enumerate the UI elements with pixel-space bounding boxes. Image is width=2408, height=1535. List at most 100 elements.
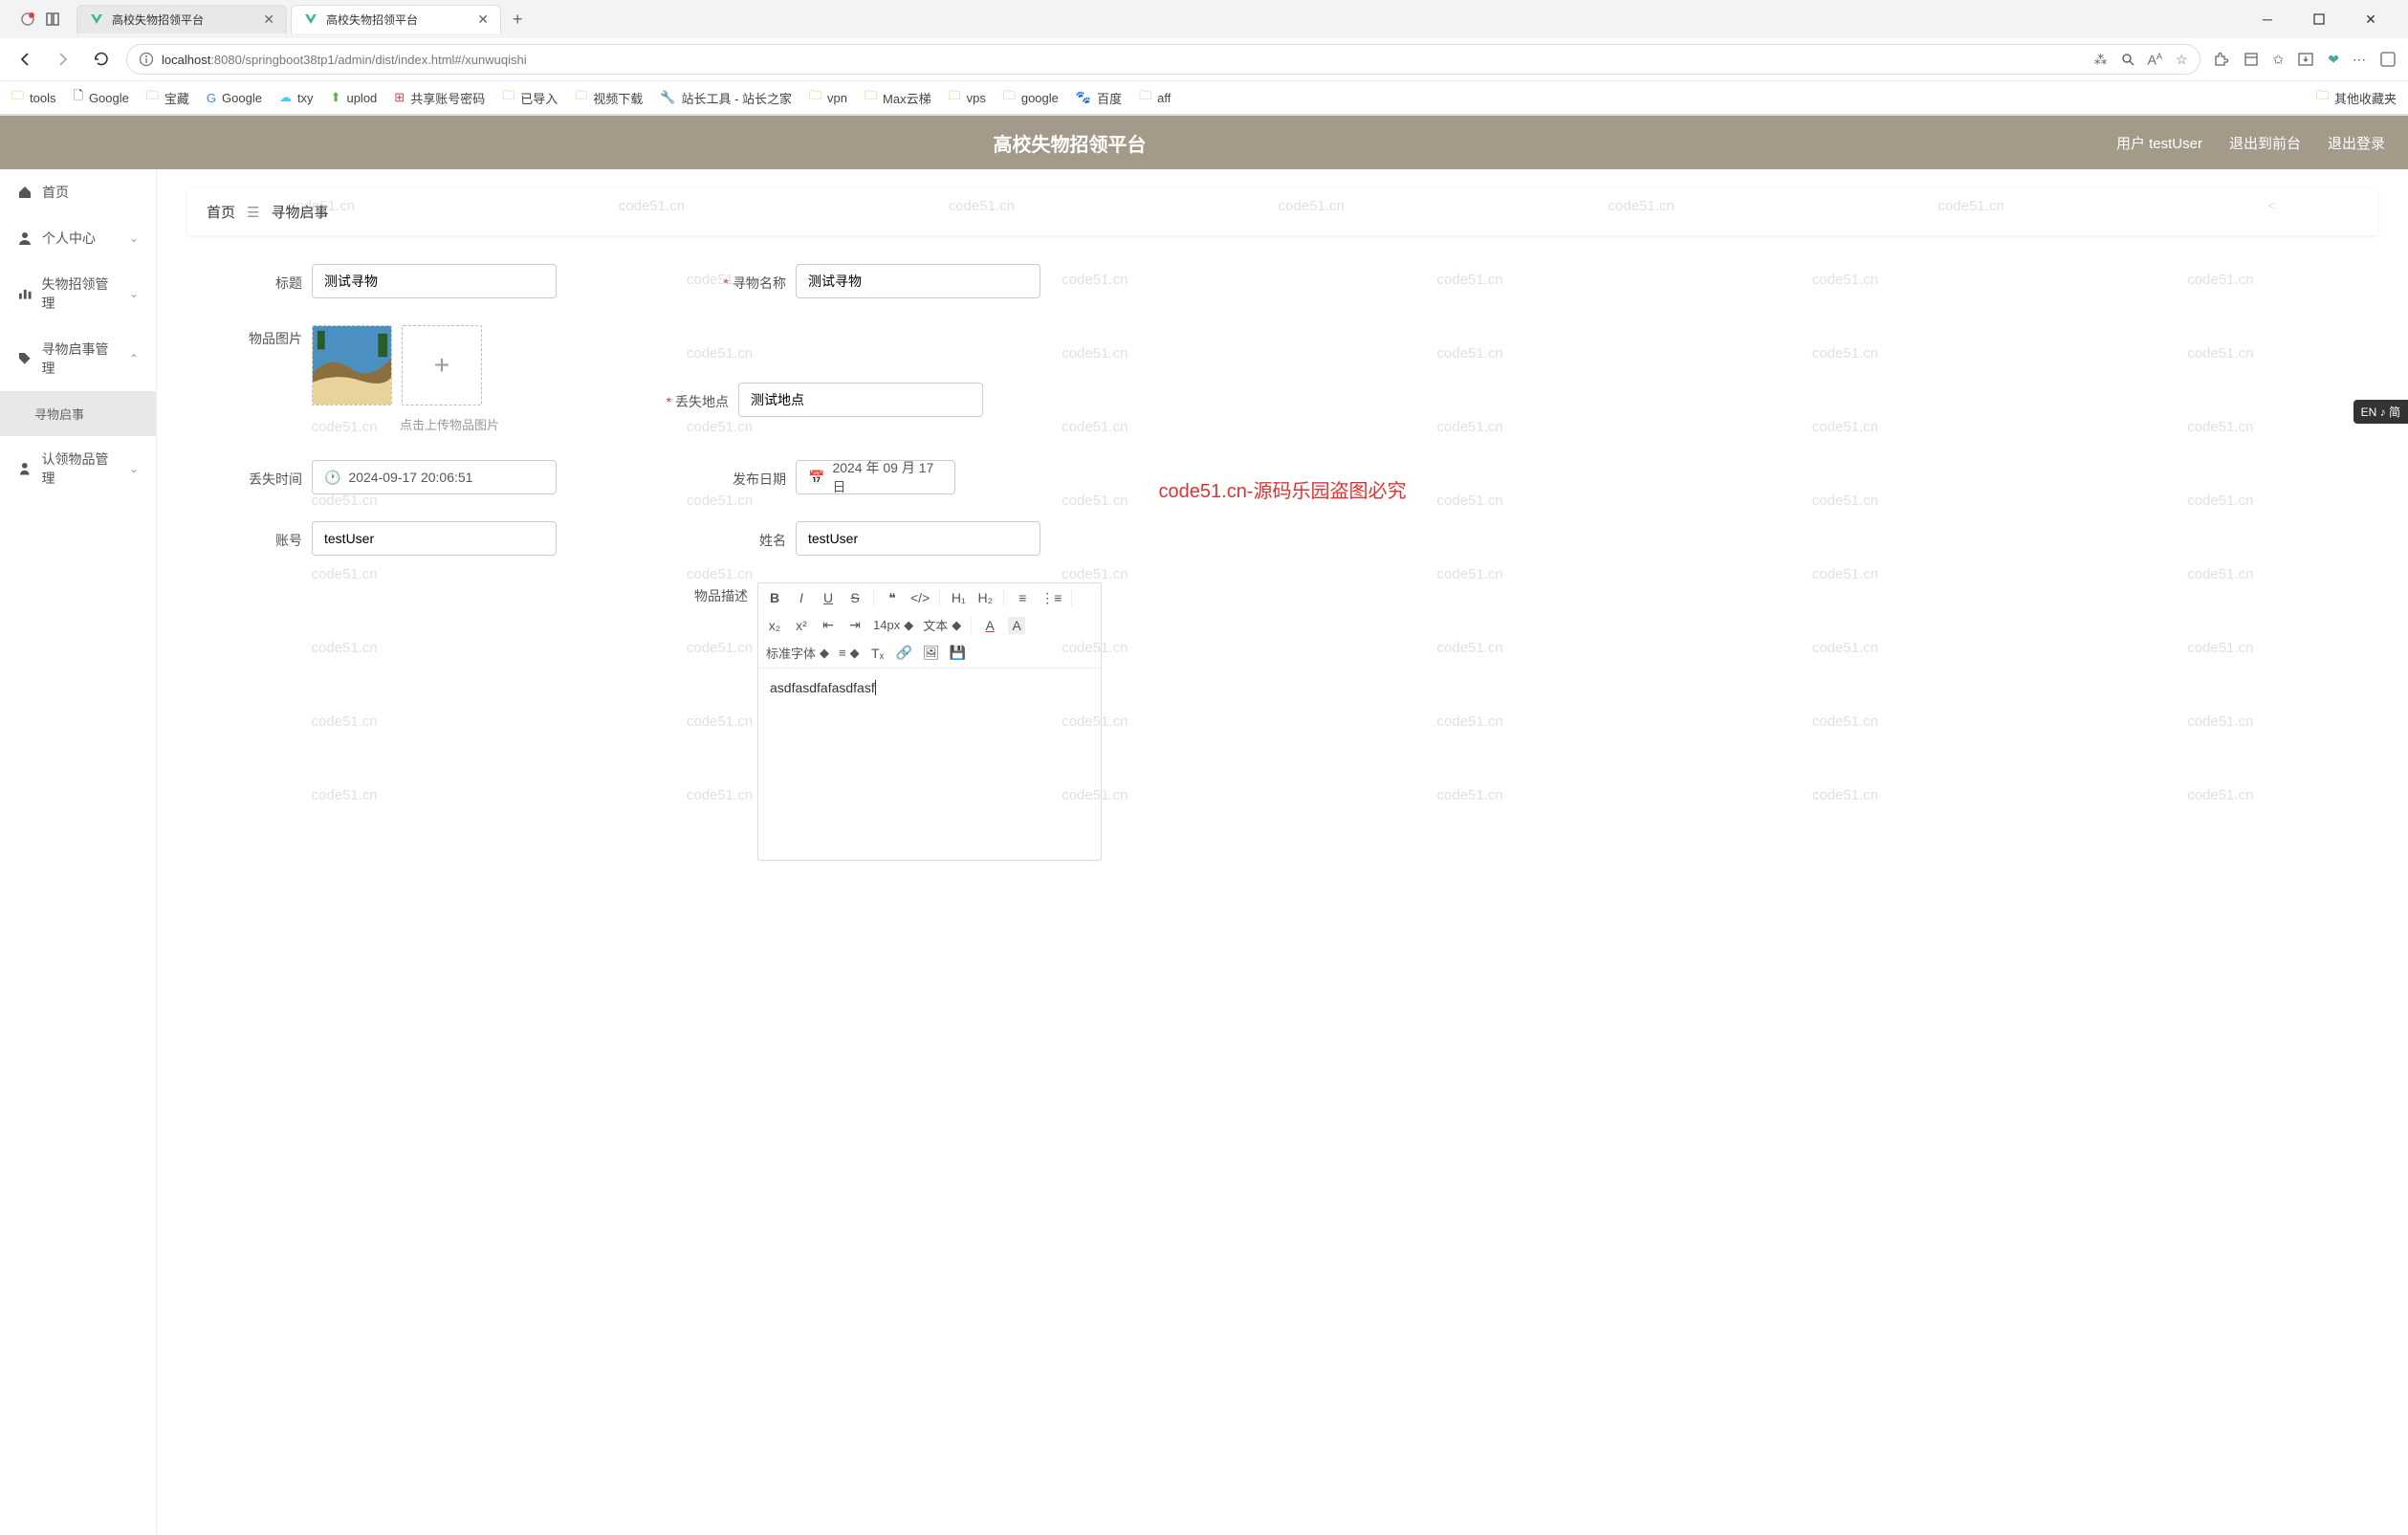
bookmark-txy[interactable]: ☁txy bbox=[279, 90, 314, 105]
sidebar-item-claim-mgmt[interactable]: 认领物品管理 ⌄ bbox=[0, 436, 156, 501]
favorites-icon[interactable]: ✩ bbox=[2273, 52, 2285, 68]
bookmark-share[interactable]: ⊞共享账号密码 bbox=[394, 89, 485, 107]
site-info-icon[interactable] bbox=[139, 52, 154, 67]
minimize-button[interactable]: ─ bbox=[2245, 4, 2289, 34]
bold-button[interactable]: B bbox=[766, 590, 783, 605]
downloads-icon[interactable] bbox=[2297, 51, 2314, 68]
underline-button[interactable]: U bbox=[820, 590, 837, 605]
bookmarks-bar: 🗀tools 🗋Google 🗀宝藏 GGoogle ☁txy ⬆uplod ⊞… bbox=[0, 80, 2408, 115]
sidebar-item-home[interactable]: 首页 bbox=[0, 169, 156, 215]
collections-icon[interactable] bbox=[2243, 51, 2260, 68]
zoom-icon[interactable] bbox=[2121, 53, 2134, 66]
text-type-select[interactable]: 文本 ◆ bbox=[923, 616, 961, 634]
url-field[interactable]: localhost:8080/springboot38tp1/admin/dis… bbox=[126, 44, 2200, 75]
bookmark-baidu[interactable]: 🐾百度 bbox=[1076, 89, 1122, 107]
realname-input[interactable] bbox=[796, 521, 1040, 556]
back-button[interactable] bbox=[11, 46, 38, 73]
quote-button[interactable]: ❝ bbox=[884, 590, 901, 606]
bookmark-uplod[interactable]: ⬆uplod bbox=[331, 90, 378, 105]
italic-button[interactable]: I bbox=[793, 590, 810, 605]
close-icon[interactable]: ✕ bbox=[263, 11, 274, 28]
save-button[interactable]: 💾 bbox=[950, 645, 967, 661]
close-window-button[interactable]: ✕ bbox=[2349, 4, 2393, 34]
lost-place-input[interactable] bbox=[738, 383, 983, 417]
performance-icon[interactable]: ❤ bbox=[2328, 52, 2339, 68]
chevron-down-icon: ⌄ bbox=[129, 287, 139, 300]
favorite-icon[interactable]: ☆ bbox=[2176, 52, 2188, 68]
h2-button[interactable]: H₂ bbox=[976, 590, 994, 605]
calendar-icon: 📅 bbox=[808, 470, 824, 486]
bookmark-zhanzhang[interactable]: 🔧站长工具 - 站长之家 bbox=[660, 89, 792, 107]
sidebar-item-seek[interactable]: 寻物启事 bbox=[0, 391, 156, 436]
bookmark-vpn[interactable]: 🗀vpn bbox=[809, 87, 847, 108]
browser-tab-0[interactable]: 高校失物招领平台 ✕ bbox=[77, 5, 287, 33]
more-icon[interactable]: ⋯ bbox=[2353, 52, 2366, 68]
align-select[interactable]: ≡ ◆ bbox=[839, 646, 860, 661]
workspaces-icon[interactable] bbox=[44, 11, 61, 28]
chevron-down-icon: ⌄ bbox=[129, 231, 139, 245]
link-button[interactable]: 🔗 bbox=[896, 645, 913, 661]
bookmark-google[interactable]: 🗋Google bbox=[73, 87, 128, 108]
upload-add-button[interactable]: + bbox=[402, 325, 482, 406]
translate-icon[interactable]: ⁂ bbox=[2094, 52, 2108, 68]
bookmark-google2[interactable]: GGoogle bbox=[207, 91, 262, 105]
bookmark-other[interactable]: 🗀其他收藏夹 bbox=[2316, 87, 2397, 108]
reader-icon[interactable]: AA bbox=[2148, 52, 2162, 68]
sidebar-item-lost-mgmt[interactable]: 失物招领管理 ⌄ bbox=[0, 261, 156, 326]
tab-title: 高校失物招领平台 bbox=[326, 11, 470, 28]
breadcrumb: 首页 ☰ 寻物启事 bbox=[187, 188, 2377, 235]
image-button[interactable]: 🖼 bbox=[923, 645, 940, 661]
copilot-icon[interactable] bbox=[2379, 51, 2397, 68]
profile-icon[interactable] bbox=[19, 11, 36, 28]
browser-tab-1[interactable]: 高校失物招领平台 ✕ bbox=[291, 5, 501, 33]
font-size-select[interactable]: 14px ◆ bbox=[873, 618, 913, 633]
clear-format-button[interactable]: Tₓ bbox=[869, 646, 887, 661]
editor-toolbar: B I U S ❝ </> H₁ H₂ ≡ ⋮≡ bbox=[758, 583, 1101, 669]
sidebar-item-personal[interactable]: 个人中心 ⌄ bbox=[0, 215, 156, 261]
sidebar-item-seek-mgmt[interactable]: 寻物启事管理 ⌃ bbox=[0, 326, 156, 391]
clock-icon: 🕐 bbox=[324, 470, 340, 486]
lost-time-input[interactable]: 🕐 2024-09-17 20:06:51 bbox=[312, 460, 557, 494]
uploaded-image-thumb[interactable] bbox=[312, 325, 392, 406]
tab-bar: 高校失物招领平台 ✕ 高校失物招领平台 ✕ + ─ ✕ bbox=[0, 0, 2408, 38]
strike-button[interactable]: S bbox=[846, 590, 864, 605]
chevron-down-icon: ⌄ bbox=[129, 462, 139, 475]
bookmark-google3[interactable]: 🗀google bbox=[1003, 87, 1059, 108]
new-tab-button[interactable]: + bbox=[505, 6, 531, 33]
bg-color-button[interactable]: A bbox=[1008, 617, 1025, 634]
sup-button[interactable]: x² bbox=[793, 618, 810, 633]
bookmark-vps[interactable]: 🗀vps bbox=[949, 87, 986, 108]
bookmark-video[interactable]: 🗀视频下载 bbox=[575, 87, 643, 108]
ol-button[interactable]: ≡ bbox=[1014, 590, 1031, 605]
pub-date-input[interactable]: 📅 2024 年 09 月 17 日 bbox=[796, 460, 955, 494]
indent-right-button[interactable]: ⇥ bbox=[846, 617, 864, 633]
ul-button[interactable]: ⋮≡ bbox=[1040, 590, 1062, 606]
back-to-front-button[interactable]: 退出到前台 bbox=[2229, 133, 2301, 153]
indent-left-button[interactable]: ⇤ bbox=[820, 617, 837, 633]
main-content: code51.cncode51.cncode51.cncode51.cncode… bbox=[157, 169, 2408, 1535]
bookmark-max[interactable]: 🗀Max云梯 bbox=[865, 87, 931, 108]
bookmark-baozang[interactable]: 🗀宝藏 bbox=[146, 87, 189, 108]
editor-content[interactable]: asdfasdfafasdfasf bbox=[758, 669, 1101, 860]
upload-hint: 点击上传物品图片 bbox=[400, 415, 499, 433]
title-input[interactable] bbox=[312, 264, 557, 298]
bookmark-aff[interactable]: 🗀aff bbox=[1139, 87, 1171, 108]
account-input[interactable] bbox=[312, 521, 557, 556]
text-color-button[interactable]: A bbox=[981, 618, 998, 633]
extensions-icon[interactable] bbox=[2212, 51, 2229, 68]
logout-button[interactable]: 退出登录 bbox=[2328, 133, 2385, 153]
font-family-select[interactable]: 标准字体 ◆ bbox=[766, 644, 829, 662]
bookmark-imported[interactable]: 🗀已导入 bbox=[502, 87, 558, 108]
reload-button[interactable] bbox=[88, 46, 115, 73]
sub-button[interactable]: x₂ bbox=[766, 618, 783, 633]
breadcrumb-home[interactable]: 首页 bbox=[207, 202, 235, 222]
name-input[interactable] bbox=[796, 264, 1040, 298]
close-icon[interactable]: ✕ bbox=[477, 11, 489, 28]
maximize-button[interactable] bbox=[2297, 4, 2341, 34]
code-button[interactable]: </> bbox=[910, 590, 930, 605]
bookmark-tools[interactable]: 🗀tools bbox=[11, 87, 55, 108]
forward-button bbox=[50, 46, 77, 73]
h1-button[interactable]: H₁ bbox=[950, 590, 967, 605]
tab-title: 高校失物招领平台 bbox=[112, 11, 255, 28]
title-label: 标题 bbox=[226, 270, 302, 293]
